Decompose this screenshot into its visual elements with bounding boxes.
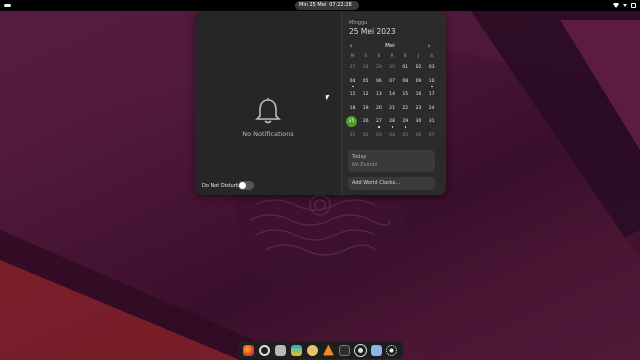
calendar-day[interactable]: 28 — [386, 116, 399, 128]
calendar-day[interactable]: 26 — [359, 116, 372, 128]
calendar-day[interactable]: 30 — [386, 62, 399, 74]
calendar-day[interactable]: 13 — [372, 89, 385, 101]
calendar-day[interactable]: 05 — [399, 130, 412, 142]
calendar-day[interactable]: 14 — [386, 89, 399, 101]
activities-button[interactable] — [4, 4, 11, 7]
events-empty: No Events — [352, 162, 378, 168]
clock-date: Min 25 Mei — [299, 2, 327, 8]
calendar-day[interactable]: 01 — [399, 62, 412, 74]
calendar-day[interactable]: 29 — [372, 62, 385, 74]
day-header: S — [430, 54, 434, 59]
dnd-toggle[interactable] — [238, 181, 254, 190]
wifi-icon[interactable] — [613, 3, 619, 8]
calendar-day[interactable]: 04 — [386, 130, 399, 142]
calendar-panel: Minggu 25 Mei 2023 ‹ Mei › M S S R K J S 27 28 29… — [342, 12, 446, 195]
calendar-day[interactable]: 30 — [412, 116, 425, 128]
stack-icon[interactable] — [291, 344, 303, 356]
calendar-day[interactable]: 10 — [425, 76, 438, 88]
calendar-day[interactable]: 15 — [399, 89, 412, 101]
whatsapp-icon[interactable] — [259, 344, 271, 356]
day-header: K — [403, 54, 407, 59]
day-header: M — [350, 54, 355, 59]
clock-button[interactable]: Min 25 Mei 07:22:28 — [295, 1, 359, 10]
terminal-icon[interactable] — [338, 344, 350, 356]
calendar-day[interactable]: 29 — [399, 116, 412, 128]
calendar-day[interactable]: 31 — [425, 116, 438, 128]
calendar-day[interactable]: 16 — [412, 89, 425, 101]
dnd-label: Do Not Disturb — [202, 183, 240, 189]
calendar-day[interactable]: 19 — [359, 103, 372, 115]
month-navigation: ‹ Mei › — [342, 42, 446, 52]
calendar-day[interactable]: 20 — [372, 103, 385, 115]
calendar-day[interactable]: 01 — [346, 130, 359, 142]
calendar-day[interactable]: 08 — [399, 76, 412, 88]
calendar-weekday[interactable]: Minggu — [349, 20, 367, 26]
vlc-icon[interactable] — [322, 344, 334, 356]
calendar-day[interactable]: 17 — [425, 89, 438, 101]
calendar-day[interactable]: 07 — [425, 130, 438, 142]
settings-icon[interactable] — [307, 344, 318, 356]
calendar-day[interactable]: 24 — [425, 103, 438, 115]
bell-icon — [255, 98, 281, 124]
calendar-day[interactable]: 02 — [412, 62, 425, 74]
calendar-day[interactable]: 03 — [425, 62, 438, 74]
no-notifications-text: No Notifications — [242, 130, 294, 138]
calendar-day[interactable]: 06 — [372, 76, 385, 88]
calendar-day[interactable]: 02 — [359, 130, 372, 142]
calendar-day[interactable]: 23 — [412, 103, 425, 115]
day-header: R — [390, 54, 394, 59]
firefox-icon[interactable] — [243, 344, 255, 356]
apps-icon[interactable] — [386, 344, 398, 356]
calendar-day[interactable]: 05 — [359, 76, 372, 88]
calendar-day[interactable]: 27 — [372, 116, 385, 128]
calendar-day[interactable]: 21 — [386, 103, 399, 115]
chevron-right-icon[interactable]: › — [424, 42, 434, 50]
calendar-day[interactable]: 03 — [372, 130, 385, 142]
calendar-full-date[interactable]: 25 Mei 2023 — [349, 27, 396, 36]
day-header: S — [364, 54, 368, 59]
calendar-day[interactable]: 22 — [399, 103, 412, 115]
day-header: J — [417, 54, 420, 59]
calendar-day[interactable]: 27 — [346, 62, 359, 74]
calendar-day[interactable]: 04 — [346, 76, 359, 88]
events-section[interactable]: Today No Events — [348, 150, 435, 172]
notification-panel: No Notifications Do Not Disturb — [195, 12, 341, 195]
dock — [238, 341, 403, 359]
gnome-icon[interactable] — [353, 343, 367, 357]
world-clocks-button[interactable]: Add World Clocks… — [348, 177, 435, 190]
date-menu-popup: No Notifications Do Not Disturb Minggu 2… — [195, 12, 446, 195]
volume-icon[interactable] — [623, 4, 627, 7]
top-bar: Min 25 Mei 07:22:28 — [0, 0, 640, 11]
power-icon[interactable] — [631, 3, 636, 8]
files-icon[interactable] — [275, 344, 287, 356]
system-tray[interactable] — [613, 1, 636, 10]
calendar-day-today[interactable]: 25 — [346, 116, 357, 127]
calendar-day[interactable]: 11 — [346, 89, 359, 101]
calendar-day[interactable]: 12 — [359, 89, 372, 101]
calendar-day[interactable]: 09 — [412, 76, 425, 88]
day-header: S — [377, 54, 381, 59]
mouse-cursor — [325, 94, 331, 101]
calendar-day[interactable]: 18 — [346, 103, 359, 115]
events-title: Today — [352, 154, 367, 160]
calendar-day[interactable]: 07 — [386, 76, 399, 88]
thunar-icon[interactable] — [370, 344, 382, 356]
calendar-day[interactable]: 06 — [412, 130, 425, 142]
calendar-day[interactable]: 28 — [359, 62, 372, 74]
clock-time: 07:22:28 — [329, 2, 352, 8]
